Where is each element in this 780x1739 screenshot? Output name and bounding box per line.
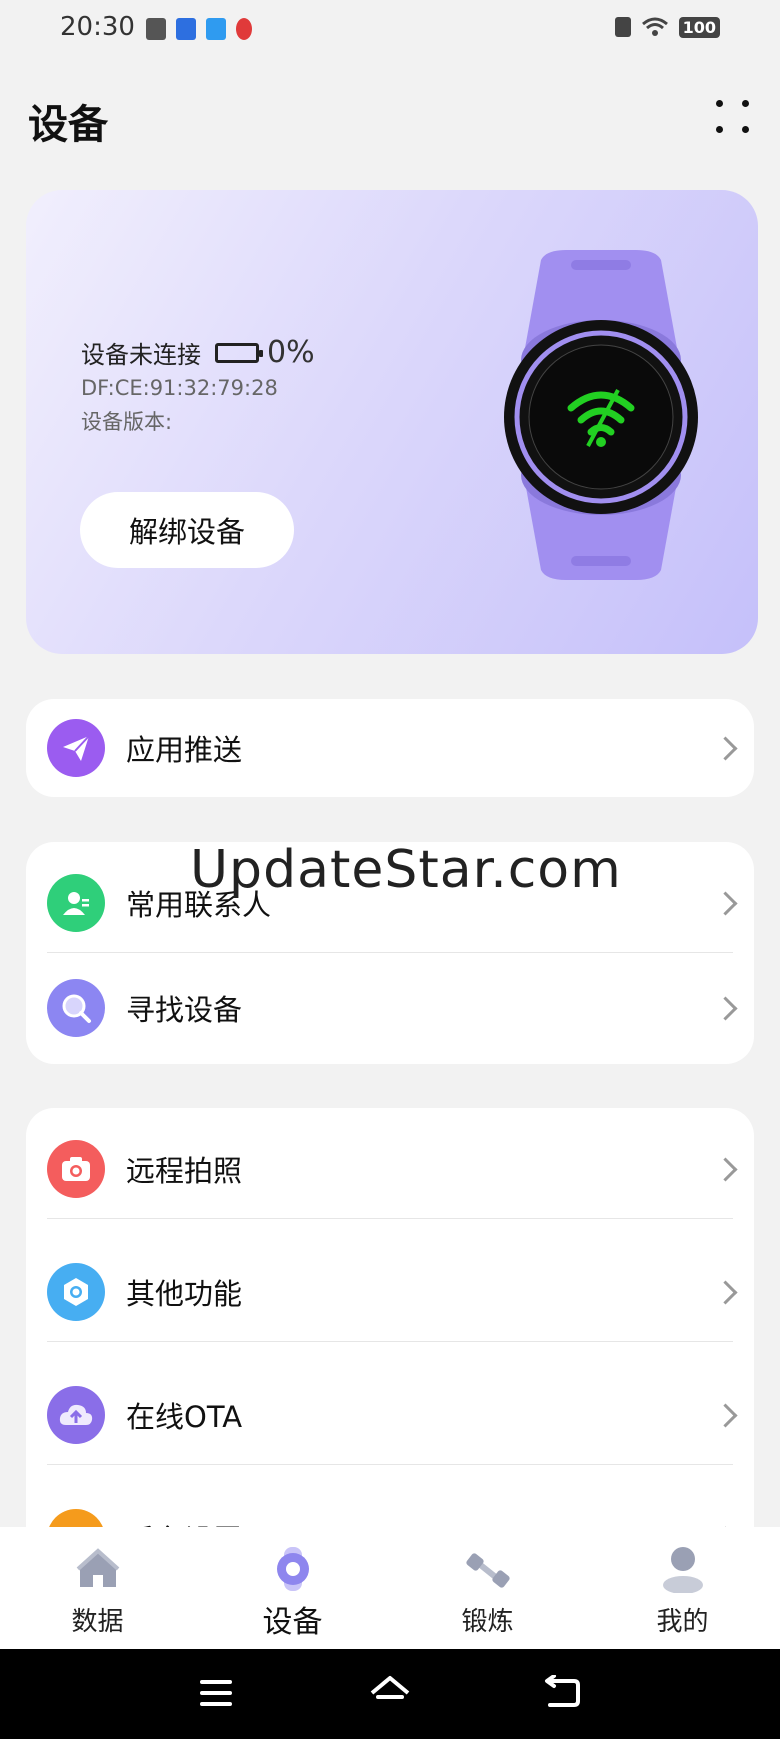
menu-label-contacts: 常用联系人 [126,888,272,922]
status-bar: 20:30 100 [0,0,780,60]
menu-item-other-functions[interactable]: 其他功能 [26,1231,754,1353]
menu-item-push[interactable]: 应用推送 [26,699,754,797]
page-title: 设备 [28,102,108,148]
menu-label-push: 应用推送 [126,733,243,767]
more-options-icon[interactable] [716,100,754,138]
chevron-right-icon [713,1279,738,1305]
bottom-navigation: 数据 设备 锻炼 我的 [0,1527,780,1649]
battery-level: 100 [678,16,720,38]
tab-label-device: 设备 [262,1605,323,1640]
menu-label-online-ota: 在线OTA [126,1400,243,1434]
connection-status: 设备未连接 [81,341,201,369]
device-card: 设备未连接 0% DF:CE:91:32:79:28 设备版本: 解绑设备 [26,190,758,654]
status-time: 20:30 [60,12,135,42]
tab-device[interactable]: 设备 [195,1527,390,1649]
menu-label-remote-camera: 远程拍照 [126,1154,243,1188]
menu-item-online-ota[interactable]: 在线OTA [26,1354,754,1476]
watch-image [504,250,698,580]
tab-exercise[interactable]: 锻炼 [390,1527,585,1649]
features-card: 远程拍照 其他功能 在线OTA 后台设置 [26,1108,754,1568]
tab-label-data: 数据 [71,1607,124,1637]
search-icon [47,979,105,1037]
device-version: 设备版本: [81,410,173,434]
menu-item-find-device[interactable]: 寻找设备 [26,952,754,1064]
menu-label-other-functions: 其他功能 [126,1277,243,1311]
user-icon [663,1547,703,1593]
dumbbell-icon [466,1553,510,1588]
divider [47,1341,733,1342]
home-icon [76,1548,120,1587]
back-icon[interactable] [544,1675,582,1709]
camera-icon [47,1140,105,1198]
divider [47,1464,733,1465]
contacts-card: 常用联系人 寻找设备 [26,842,754,1064]
chevron-right-icon [713,1156,738,1182]
location-shield-icon [206,18,226,40]
paper-plane-icon [47,719,105,777]
wifi-icon [641,17,668,36]
map-pin-icon [236,18,252,40]
system-navigation-bar [0,1649,780,1739]
cloud-upload-icon [47,1386,105,1444]
hexagon-icon [47,1263,105,1321]
home-button-icon[interactable] [368,1673,412,1711]
system-status-icons: 100 [614,16,720,38]
divider [47,1218,733,1219]
chevron-right-icon [713,735,738,761]
connection-row: 设备未连接 0% [81,335,315,370]
sim-off-icon [614,17,631,37]
contact-icon [47,874,105,932]
tab-label-exercise: 锻炼 [461,1607,514,1637]
notification-icons [146,18,252,40]
tab-mine[interactable]: 我的 [585,1527,780,1649]
menu-item-remote-camera[interactable]: 远程拍照 [26,1108,754,1230]
watch-icon [277,1547,309,1591]
menu-label-find-device: 寻找设备 [126,993,243,1027]
battery-icon [215,342,263,363]
push-card: 应用推送 [26,699,754,797]
chevron-right-icon [713,890,738,916]
clipboard-icon [146,18,166,40]
chevron-right-icon [713,1402,738,1428]
menu-icon[interactable] [198,1677,234,1709]
mac-address: DF:CE:91:32:79:28 [81,376,278,400]
tab-label-mine: 我的 [656,1607,709,1637]
battery-percent: 0% [267,335,315,370]
unbind-device-button[interactable]: 解绑设备 [80,492,294,568]
runner-icon [176,18,196,40]
menu-item-contacts[interactable]: 常用联系人 [26,842,754,964]
tab-data[interactable]: 数据 [0,1527,195,1649]
chevron-right-icon [713,995,738,1021]
